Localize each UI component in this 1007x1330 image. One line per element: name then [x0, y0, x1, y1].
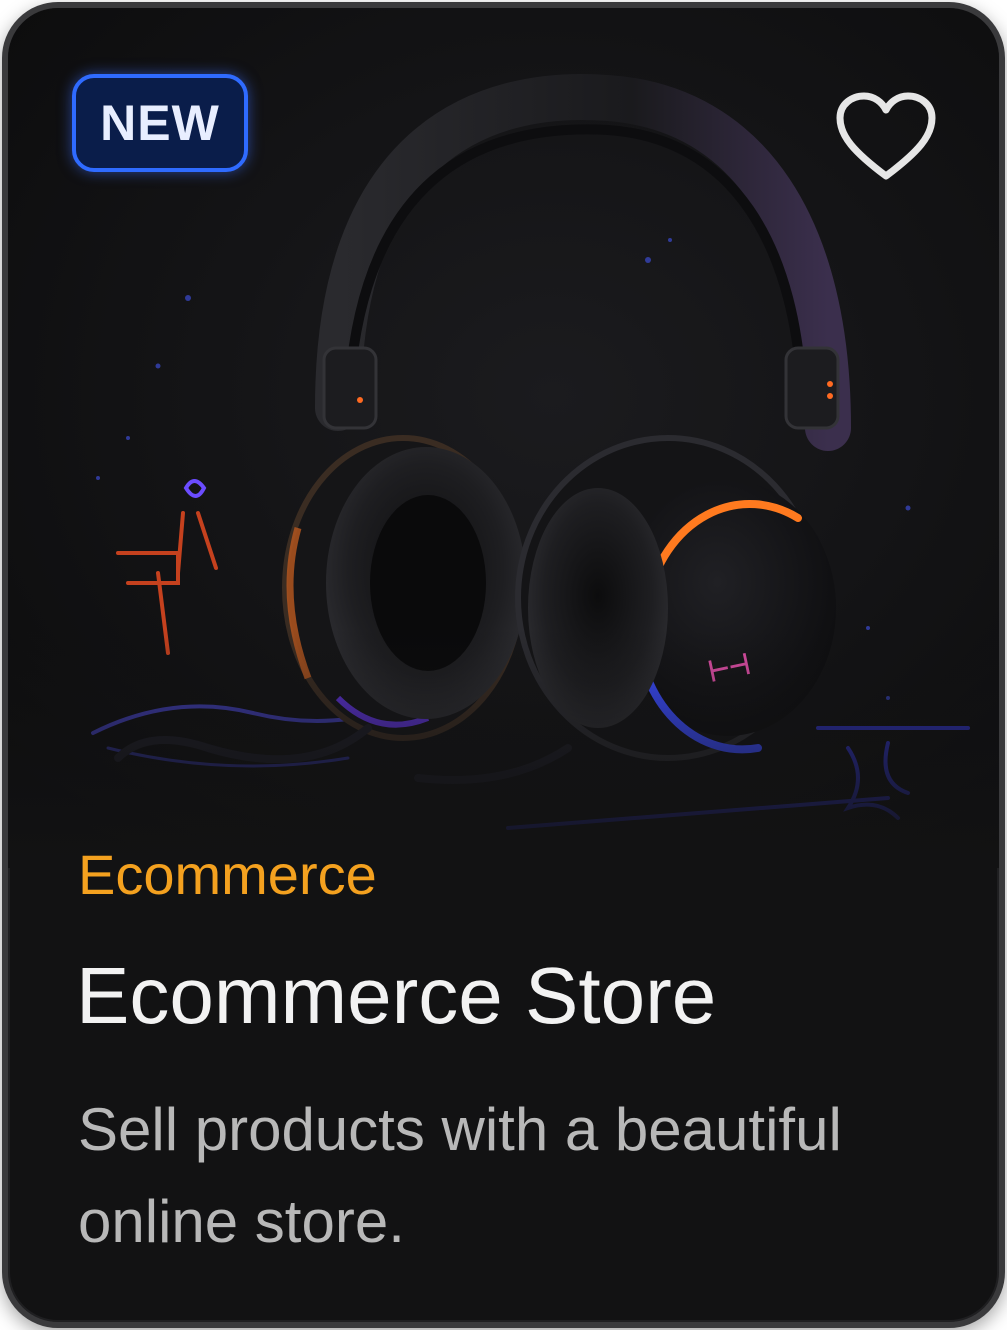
template-card[interactable]: ⊢⊣ NEW Ecommerce Ecommerce Store Sell pr… [2, 2, 1005, 1328]
new-badge: NEW [72, 74, 248, 172]
favorite-button[interactable] [834, 90, 938, 186]
heart-outline-icon [836, 92, 936, 180]
card-description: Sell products with a beautiful online st… [78, 1096, 842, 1255]
card-title: Ecommerce Store [76, 951, 717, 1040]
category-label: Ecommerce [78, 843, 377, 906]
